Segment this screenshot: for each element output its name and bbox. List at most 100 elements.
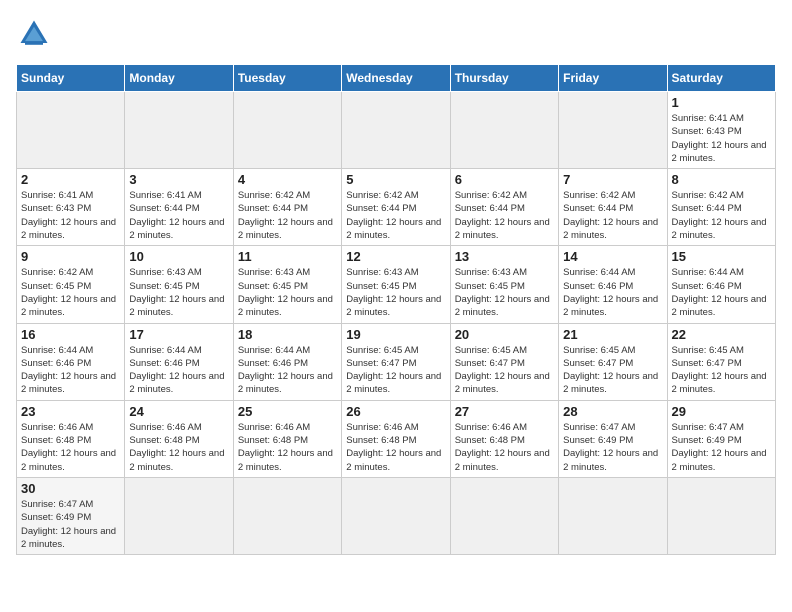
day-info: Sunrise: 6:47 AM Sunset: 6:49 PM Dayligh…	[563, 421, 662, 474]
calendar-week-row: 2Sunrise: 6:41 AM Sunset: 6:43 PM Daylig…	[17, 169, 776, 246]
day-of-week-header: Wednesday	[342, 65, 450, 92]
day-number: 4	[238, 172, 337, 187]
day-number: 18	[238, 327, 337, 342]
calendar-day-cell: 14Sunrise: 6:44 AM Sunset: 6:46 PM Dayli…	[559, 246, 667, 323]
day-of-week-header: Sunday	[17, 65, 125, 92]
calendar-header: SundayMondayTuesdayWednesdayThursdayFrid…	[17, 65, 776, 92]
day-number: 19	[346, 327, 445, 342]
day-info: Sunrise: 6:41 AM Sunset: 6:44 PM Dayligh…	[129, 189, 228, 242]
day-number: 12	[346, 249, 445, 264]
calendar-day-cell	[125, 477, 233, 554]
calendar-day-cell: 6 Sunrise: 6:42 AM Sunset: 6:44 PM Daylig…	[450, 169, 558, 246]
day-info: Sunrise: 6:41 AM Sunset: 6:43 PM Dayligh…	[21, 189, 120, 242]
calendar-day-cell: 11 Sunrise: 6:43 AM Sunset: 6:45 PM Dayli…	[233, 246, 341, 323]
logo	[16, 16, 56, 52]
day-info: Sunrise: 6:43 AM Sunset: 6:45 PM Dayligh…	[455, 266, 554, 319]
day-of-week-header: Monday	[125, 65, 233, 92]
calendar-day-cell: 1 Sunrise: 6:41 AM Sunset: 6:43 PM Daylig…	[667, 92, 775, 169]
day-number: 6	[455, 172, 554, 187]
calendar-day-cell: 28 Sunrise: 6:47 AM Sunset: 6:49 PM Dayli…	[559, 400, 667, 477]
day-info: Sunrise: 6:41 AM Sunset: 6:43 PM Dayligh…	[672, 112, 771, 165]
day-info: Sunrise: 6:46 AM Sunset: 6:48 PM Dayligh…	[346, 421, 445, 474]
calendar-day-cell: 15Sunrise: 6:44 AM Sunset: 6:46 PM Dayli…	[667, 246, 775, 323]
day-number: 10	[129, 249, 228, 264]
day-number: 29	[672, 404, 771, 419]
calendar-day-cell	[342, 92, 450, 169]
day-number: 30	[21, 481, 120, 496]
day-info: Sunrise: 6:45 AM Sunset: 6:47 PM Dayligh…	[455, 344, 554, 397]
day-number: 13	[455, 249, 554, 264]
day-info: Sunrise: 6:42 AM Sunset: 6:45 PM Dayligh…	[21, 266, 120, 319]
calendar-table: SundayMondayTuesdayWednesdayThursdayFrid…	[16, 64, 776, 555]
day-info: Sunrise: 6:42 AM Sunset: 6:44 PM Dayligh…	[672, 189, 771, 242]
day-number: 11	[238, 249, 337, 264]
logo-icon	[16, 16, 52, 52]
day-info: Sunrise: 6:47 AM Sunset: 6:49 PM Dayligh…	[672, 421, 771, 474]
calendar-day-cell: 5 Sunrise: 6:42 AM Sunset: 6:44 PM Daylig…	[342, 169, 450, 246]
day-info: Sunrise: 6:43 AM Sunset: 6:45 PM Dayligh…	[238, 266, 337, 319]
day-info: Sunrise: 6:46 AM Sunset: 6:48 PM Dayligh…	[455, 421, 554, 474]
calendar-day-cell	[17, 92, 125, 169]
page-container: SundayMondayTuesdayWednesdayThursdayFrid…	[16, 16, 776, 555]
day-info: Sunrise: 6:44 AM Sunset: 6:46 PM Dayligh…	[563, 266, 662, 319]
day-info: Sunrise: 6:42 AM Sunset: 6:44 PM Dayligh…	[563, 189, 662, 242]
day-number: 8	[672, 172, 771, 187]
calendar-day-cell	[559, 477, 667, 554]
calendar-day-cell	[559, 92, 667, 169]
day-number: 1	[672, 95, 771, 110]
day-number: 3	[129, 172, 228, 187]
day-info: Sunrise: 6:43 AM Sunset: 6:45 PM Dayligh…	[129, 266, 228, 319]
calendar-week-row: 23 Sunrise: 6:46 AM Sunset: 6:48 PM Dayli…	[17, 400, 776, 477]
calendar-day-cell: 27Sunrise: 6:46 AM Sunset: 6:48 PM Dayli…	[450, 400, 558, 477]
calendar-week-row: 1 Sunrise: 6:41 AM Sunset: 6:43 PM Daylig…	[17, 92, 776, 169]
calendar-day-cell: 7 Sunrise: 6:42 AM Sunset: 6:44 PM Daylig…	[559, 169, 667, 246]
calendar-day-cell: 12 Sunrise: 6:43 AM Sunset: 6:45 PM Dayli…	[342, 246, 450, 323]
day-number: 9	[21, 249, 120, 264]
day-info: Sunrise: 6:45 AM Sunset: 6:47 PM Dayligh…	[672, 344, 771, 397]
calendar-day-cell: 26Sunrise: 6:46 AM Sunset: 6:48 PM Dayli…	[342, 400, 450, 477]
calendar-day-cell	[233, 92, 341, 169]
calendar-day-cell: 10 Sunrise: 6:43 AM Sunset: 6:45 PM Dayli…	[125, 246, 233, 323]
calendar-body: 1 Sunrise: 6:41 AM Sunset: 6:43 PM Daylig…	[17, 92, 776, 555]
calendar-day-cell: 4 Sunrise: 6:42 AM Sunset: 6:44 PM Daylig…	[233, 169, 341, 246]
day-of-week-header: Tuesday	[233, 65, 341, 92]
day-info: Sunrise: 6:42 AM Sunset: 6:44 PM Dayligh…	[238, 189, 337, 242]
calendar-day-cell: 9 Sunrise: 6:42 AM Sunset: 6:45 PM Daylig…	[17, 246, 125, 323]
calendar-day-cell	[450, 92, 558, 169]
day-info: Sunrise: 6:46 AM Sunset: 6:48 PM Dayligh…	[238, 421, 337, 474]
day-info: Sunrise: 6:42 AM Sunset: 6:44 PM Dayligh…	[346, 189, 445, 242]
calendar-day-cell: 16Sunrise: 6:44 AM Sunset: 6:46 PM Dayli…	[17, 323, 125, 400]
calendar-week-row: 30 Sunrise: 6:47 AM Sunset: 6:49 PM Dayli…	[17, 477, 776, 554]
calendar-day-cell	[342, 477, 450, 554]
day-number: 28	[563, 404, 662, 419]
day-number: 21	[563, 327, 662, 342]
day-info: Sunrise: 6:42 AM Sunset: 6:44 PM Dayligh…	[455, 189, 554, 242]
calendar-week-row: 9 Sunrise: 6:42 AM Sunset: 6:45 PM Daylig…	[17, 246, 776, 323]
day-number: 7	[563, 172, 662, 187]
day-info: Sunrise: 6:44 AM Sunset: 6:46 PM Dayligh…	[129, 344, 228, 397]
calendar-day-cell: 18 Sunrise: 6:44 AM Sunset: 6:46 PM Dayli…	[233, 323, 341, 400]
day-info: Sunrise: 6:44 AM Sunset: 6:46 PM Dayligh…	[238, 344, 337, 397]
day-number: 15	[672, 249, 771, 264]
calendar-day-cell	[450, 477, 558, 554]
day-info: Sunrise: 6:45 AM Sunset: 6:47 PM Dayligh…	[346, 344, 445, 397]
day-number: 25	[238, 404, 337, 419]
day-number: 17	[129, 327, 228, 342]
calendar-day-cell	[233, 477, 341, 554]
calendar-day-cell: 30 Sunrise: 6:47 AM Sunset: 6:49 PM Dayli…	[17, 477, 125, 554]
calendar-day-cell: 23 Sunrise: 6:46 AM Sunset: 6:48 PM Dayli…	[17, 400, 125, 477]
calendar-day-cell	[125, 92, 233, 169]
day-info: Sunrise: 6:47 AM Sunset: 6:49 PM Dayligh…	[21, 498, 120, 551]
day-info: Sunrise: 6:46 AM Sunset: 6:48 PM Dayligh…	[21, 421, 120, 474]
day-info: Sunrise: 6:45 AM Sunset: 6:47 PM Dayligh…	[563, 344, 662, 397]
calendar-day-cell: 8 Sunrise: 6:42 AM Sunset: 6:44 PM Daylig…	[667, 169, 775, 246]
day-number: 5	[346, 172, 445, 187]
page-header	[16, 16, 776, 52]
calendar-day-cell: 2Sunrise: 6:41 AM Sunset: 6:43 PM Daylig…	[17, 169, 125, 246]
day-info: Sunrise: 6:43 AM Sunset: 6:45 PM Dayligh…	[346, 266, 445, 319]
day-info: Sunrise: 6:46 AM Sunset: 6:48 PM Dayligh…	[129, 421, 228, 474]
calendar-day-cell: 13 Sunrise: 6:43 AM Sunset: 6:45 PM Dayli…	[450, 246, 558, 323]
day-number: 20	[455, 327, 554, 342]
day-header-row: SundayMondayTuesdayWednesdayThursdayFrid…	[17, 65, 776, 92]
day-number: 23	[21, 404, 120, 419]
